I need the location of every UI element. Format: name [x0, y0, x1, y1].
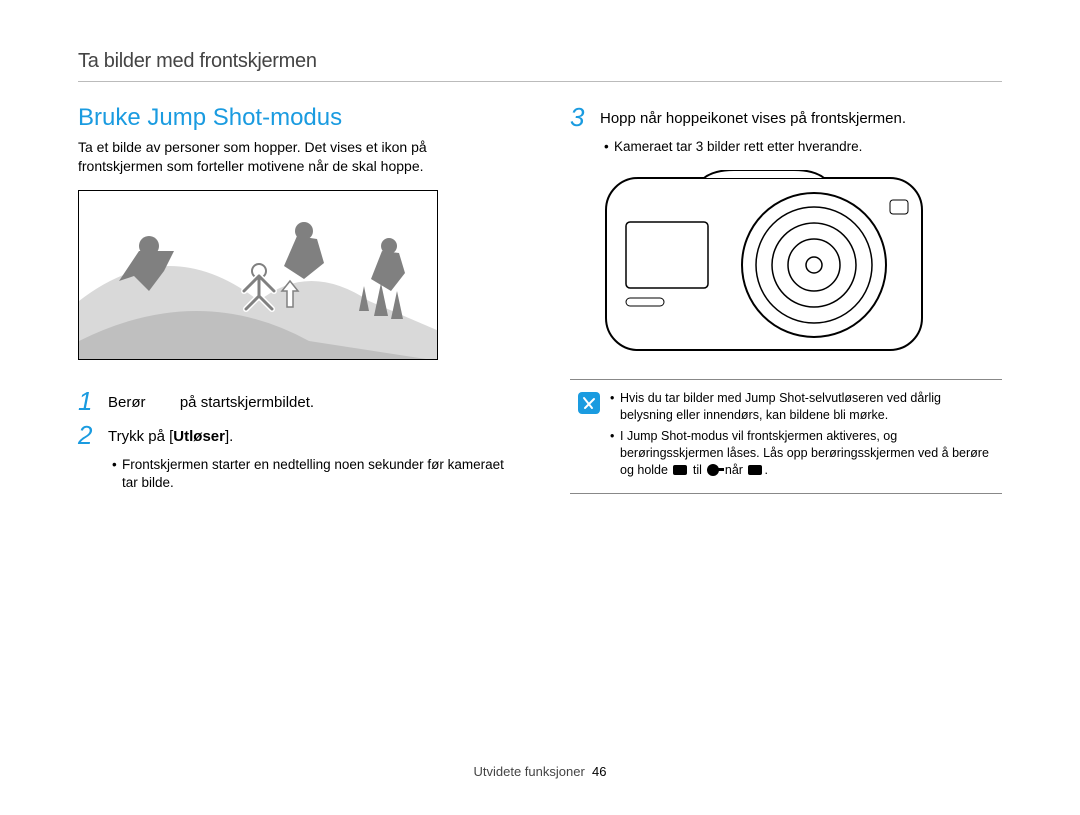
step-2: 2 Trykk på [Utløser].	[78, 422, 510, 448]
note-2-c: når	[721, 463, 746, 477]
step-number: 2	[78, 422, 98, 448]
step-1-before: Berør	[108, 394, 146, 411]
intro-text: Ta et bilde av personer som hopper. Det …	[78, 138, 510, 176]
step-3: 3 Hopp når hoppeikonet vises på frontskj…	[570, 104, 1002, 130]
note-item-2: I Jump Shot-modus vil frontskjermen akti…	[610, 428, 994, 479]
jump-shot-illustration	[78, 190, 438, 360]
section-title: Bruke Jump Shot-modus	[78, 104, 510, 132]
step-3-text: Hopp når hoppeikonet vises på frontskjer…	[600, 104, 906, 130]
step-3-sub-item: Kameraet tar 3 bilder rett etter hverand…	[604, 138, 1002, 156]
step-number: 3	[570, 104, 590, 130]
step-2-sub-item: Frontskjermen starter en nedtelling noen…	[112, 456, 510, 492]
footer-section: Utvidete funksjoner	[474, 764, 585, 779]
right-column: 3 Hopp når hoppeikonet vises på frontskj…	[570, 104, 1002, 506]
step-1-after: på startskjermbildet.	[180, 394, 314, 411]
footer-page-number: 46	[592, 764, 606, 779]
step-2-sub: Frontskjermen starter en nedtelling noen…	[78, 456, 510, 492]
note-icon	[578, 392, 600, 414]
left-column: Bruke Jump Shot-modus Ta et bilde av per…	[78, 104, 510, 506]
step-2-bold: Utløser	[173, 428, 225, 445]
step-2-before: Trykk på [	[108, 428, 173, 445]
screen-glyph-icon	[673, 465, 687, 475]
key-glyph-icon	[707, 464, 719, 476]
step-1: 1 Berør på startskjermbildet.	[78, 388, 510, 414]
note-box: Hvis du tar bilder med Jump Shot-selvutl…	[570, 379, 1002, 493]
note-item-1: Hvis du tar bilder med Jump Shot-selvutl…	[610, 390, 994, 424]
step-number: 1	[78, 388, 98, 414]
breadcrumb: Ta bilder med frontskjermen	[78, 50, 1002, 73]
step-3-sub: Kameraet tar 3 bilder rett etter hverand…	[570, 138, 1002, 156]
camera-illustration	[604, 170, 924, 355]
step-2-after: ].	[225, 428, 233, 445]
header-rule	[78, 81, 1002, 82]
note-2-b: til	[689, 463, 705, 477]
page-footer: Utvidete funksjoner 46	[0, 764, 1080, 779]
screen-glyph-icon	[748, 465, 762, 475]
note-2-d: .	[764, 463, 767, 477]
